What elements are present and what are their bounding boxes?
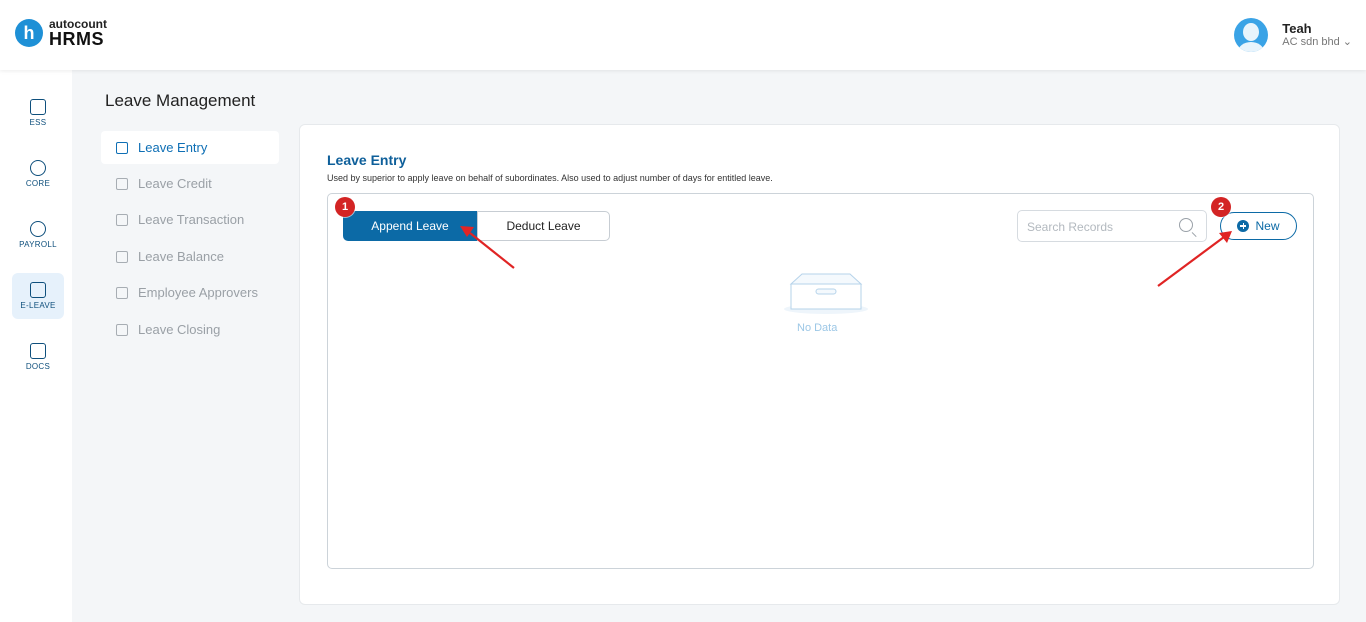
search-icon[interactable]	[1179, 218, 1193, 232]
subnav-label: Leave Closing	[138, 322, 221, 337]
new-button[interactable]: New	[1220, 212, 1297, 240]
dollar-icon	[30, 221, 46, 237]
subnav-item-leave-transaction[interactable]: Leave Transaction	[101, 203, 279, 236]
subnav-label: Leave Balance	[138, 249, 225, 264]
rail-item-e-leave[interactable]: E-LEAVE	[12, 273, 64, 319]
subnav-item-leave-credit[interactable]: Leave Credit	[101, 167, 279, 200]
annotation-badge-2: 2	[1211, 197, 1231, 217]
rail-label-core: CORE	[25, 179, 51, 188]
subnav-item-employee-approvers[interactable]: Employee Approvers	[101, 276, 279, 309]
subnav-label: Leave Credit	[138, 176, 212, 191]
document-icon	[116, 141, 128, 154]
search-input[interactable]	[1027, 218, 1167, 236]
avatar[interactable]	[1234, 18, 1269, 52]
rail-label-docs: DOCS	[25, 362, 51, 371]
rail-item-payroll[interactable]: PAYROLL	[12, 212, 64, 258]
subnav-label: Employee Approvers	[138, 285, 258, 300]
brand-logo[interactable]: h autocount HRMS	[15, 18, 107, 48]
leave-type-toggle: Append Leave Deduct Leave	[343, 211, 610, 241]
empty-box-icon	[784, 273, 868, 314]
brand-big-text: HRMS	[49, 29, 104, 49]
annotation-badge-1: 1	[335, 197, 355, 217]
subnav-item-leave-entry[interactable]: Leave Entry	[101, 131, 279, 164]
document-icon	[116, 323, 128, 336]
empty-state-text: No Data	[797, 322, 838, 334]
rail-label-e-leave: E-LEAVE	[20, 301, 56, 310]
module-rail: ESS CORE PAYROLL E-LEAVE DOCS	[0, 70, 72, 622]
document-icon	[116, 213, 128, 226]
subnav-label: Leave Entry	[138, 140, 208, 155]
user-menu[interactable]: Teah AC sdn bhd ⌄	[1234, 18, 1352, 52]
rail-item-docs[interactable]: DOCS	[12, 334, 64, 380]
search-box	[1017, 210, 1207, 242]
new-button-label: New	[1255, 219, 1280, 233]
cube-icon	[30, 160, 46, 176]
rail-item-core[interactable]: CORE	[12, 151, 64, 197]
user-name: Teah	[1282, 20, 1312, 36]
chevron-down-icon[interactable]: ⌄	[1343, 36, 1352, 48]
document-icon	[116, 250, 128, 263]
card-title: Leave Entry	[327, 152, 407, 168]
brand-mark: h	[15, 19, 43, 47]
rail-label-payroll: PAYROLL	[19, 240, 57, 249]
top-bar: h autocount HRMS Teah AC sdn bhd ⌄	[0, 0, 1366, 70]
document-icon	[116, 286, 128, 299]
document-icon	[116, 177, 128, 190]
user-company: AC sdn bhd	[1282, 36, 1340, 49]
subnav-item-leave-balance[interactable]: Leave Balance	[101, 240, 279, 273]
append-leave-button[interactable]: Append Leave	[343, 211, 477, 241]
records-panel	[327, 193, 1314, 569]
subnav-item-leave-closing[interactable]: Leave Closing	[101, 313, 279, 346]
rail-item-ess[interactable]: ESS	[12, 90, 64, 136]
subnav-label: Leave Transaction	[138, 212, 245, 227]
rail-label-ess: ESS	[29, 118, 47, 127]
deduct-leave-button[interactable]: Deduct Leave	[477, 211, 610, 241]
card-description: Used by superior to apply leave on behal…	[327, 173, 773, 183]
id-card-icon	[30, 99, 46, 115]
plus-circle-icon	[1237, 220, 1250, 232]
calendar-icon	[30, 282, 46, 298]
page-title: Leave Management	[105, 91, 256, 110]
document-chart-icon	[30, 343, 46, 359]
